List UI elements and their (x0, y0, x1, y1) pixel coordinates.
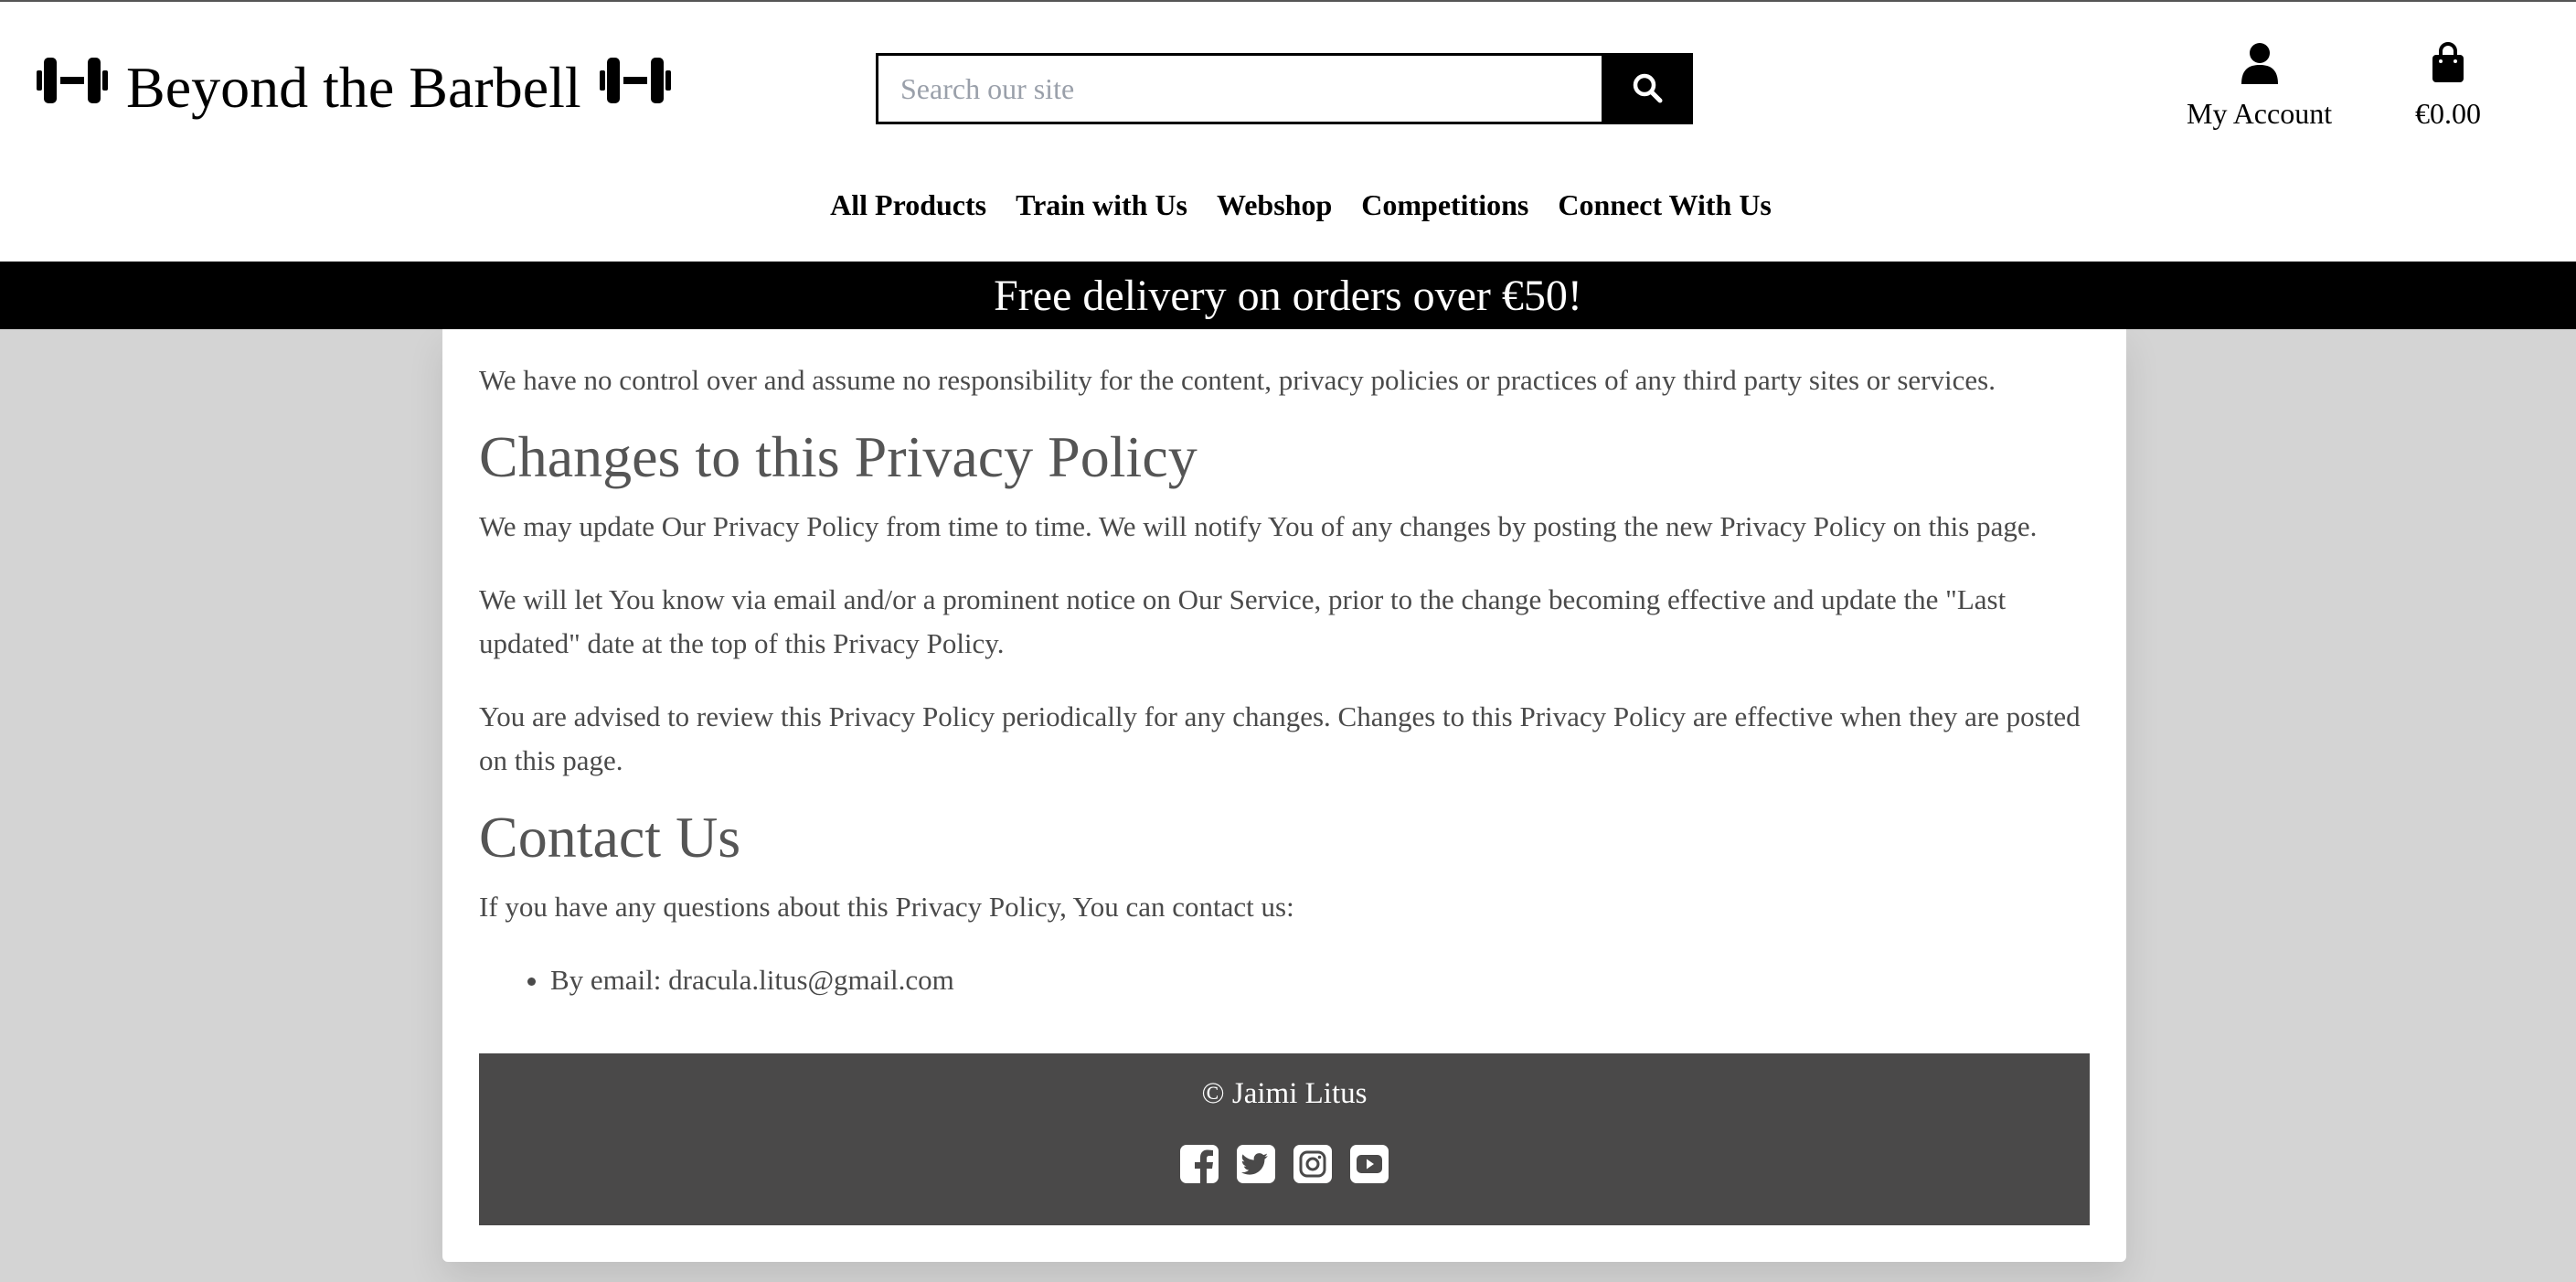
third-party-paragraph: We have no control over and assume no re… (479, 364, 1996, 396)
site-footer: © Jaimi Litus (479, 1053, 2090, 1225)
cart-link[interactable]: €0.00 (2415, 42, 2481, 131)
my-account-link[interactable]: My Account (2187, 42, 2332, 131)
facebook-icon[interactable] (1180, 1145, 1219, 1183)
my-account-label: My Account (2187, 97, 2333, 130)
changes-heading: Changes to this Privacy Policy (479, 424, 1198, 489)
contact-heading: Contact Us (479, 805, 741, 870)
twitter-icon[interactable] (1237, 1145, 1275, 1183)
nav-all-products[interactable]: All Products (830, 188, 986, 232)
content-card: We have no control over and assume no re… (442, 329, 2126, 1262)
nav-webshop[interactable]: Webshop (1217, 188, 1332, 232)
delivery-banner: Free delivery on orders over €50! (0, 262, 2576, 329)
nav-competitions[interactable]: Competitions (1361, 188, 1528, 232)
site-header: Beyond the Barbell Search our site My Ac… (0, 2, 2576, 262)
instagram-icon[interactable] (1293, 1145, 1332, 1183)
search-icon (1631, 71, 1664, 107)
copyright-text: © Jaimi Litus (1201, 1077, 1368, 1110)
dumbbell-icon (598, 52, 673, 123)
nav-train-with-us[interactable]: Train with Us (1016, 188, 1187, 232)
social-links (479, 1145, 2090, 1183)
brand-logo-link[interactable]: Beyond the Barbell (35, 53, 673, 123)
search-form (876, 53, 1693, 124)
privacy-policy-content: We have no control over and assume no re… (479, 329, 2090, 1002)
user-icon (2241, 42, 2278, 97)
dumbbell-icon (35, 52, 110, 123)
changes-paragraph-2: We will let You know via email and/or a … (479, 583, 2007, 659)
shopping-bag-icon (2430, 42, 2466, 97)
changes-paragraph-1: We may update Our Privacy Policy from ti… (479, 510, 2038, 542)
nav-connect-with-us[interactable]: Connect With Us (1558, 188, 1772, 232)
contact-paragraph: If you have any questions about this Pri… (479, 891, 1294, 923)
contact-list: By email: dracula.litus@gmail.com (479, 958, 2090, 1002)
search-button[interactable] (1602, 53, 1693, 124)
changes-paragraph-3: You are advised to review this Privacy P… (479, 700, 2081, 776)
brand-name: Beyond the Barbell (126, 55, 581, 120)
main-nav: All Products Train with Us Webshop Compe… (0, 188, 2576, 232)
search-input[interactable] (876, 53, 1602, 124)
contact-email-item: By email: dracula.litus@gmail.com (550, 958, 2090, 1002)
cart-total: €0.00 (2415, 97, 2481, 130)
youtube-icon[interactable] (1350, 1145, 1389, 1183)
